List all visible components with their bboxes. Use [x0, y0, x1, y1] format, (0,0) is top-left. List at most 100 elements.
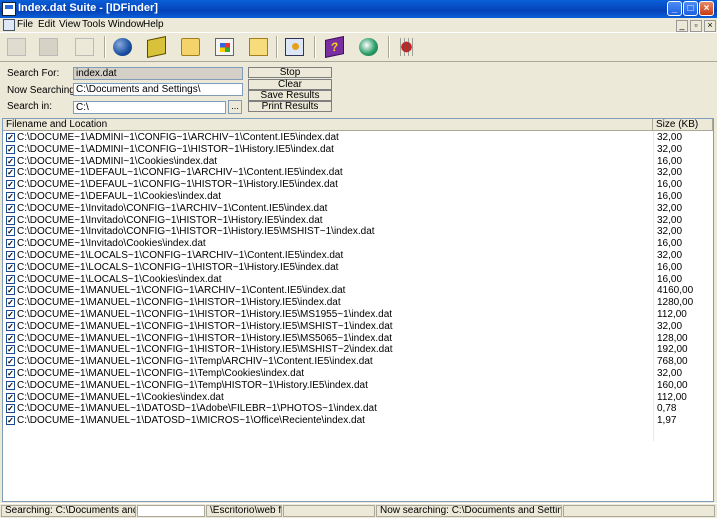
blank-icon [7, 38, 26, 56]
stop-button[interactable]: Stop [248, 67, 332, 78]
toolbar-button-10[interactable]: ? [322, 35, 347, 59]
app-icon[interactable] [2, 2, 16, 16]
toolbar-button-4[interactable] [110, 35, 135, 59]
table-row[interactable]: ✓ C:\DOCUME~1\Invitado\CONFIG~1\HISTOR~1\… [3, 226, 713, 237]
row-size: 32,00 [657, 320, 683, 332]
table-row[interactable]: ✓ C:\DOCUME~1\MANUEL~1\CONFIG~1\HISTOR~1\… [3, 321, 713, 332]
row-checkbox[interactable]: ✓ [6, 274, 15, 284]
print-results-button[interactable]: Print Results [248, 101, 332, 112]
toolbar-button-3[interactable] [72, 35, 97, 59]
folder-open-icon [181, 38, 200, 56]
now-searching-field[interactable]: C:\Documents and Settings\ [73, 83, 243, 96]
row-checkbox[interactable]: ✓ [6, 369, 15, 378]
row-checkbox[interactable]: ✓ [6, 416, 15, 426]
row-checkbox[interactable]: ✓ [6, 357, 15, 367]
row-checkbox[interactable]: ✓ [6, 345, 15, 355]
row-checkbox[interactable]: ✓ [6, 286, 15, 296]
table-row[interactable]: ✓ C:\DOCUME~1\MANUEL~1\DATOSD~1\Adobe\FIL… [3, 403, 713, 414]
table-row[interactable]: ✓ C:\DOCUME~1\LOCALS~1\Cookies\index.dat 1… [3, 274, 713, 285]
table-row[interactable]: ✓ C:\DOCUME~1\MANUEL~1\DATOSD~1\MICROS~1\… [3, 415, 713, 426]
document-icon[interactable] [3, 19, 15, 31]
browse-button[interactable]: ... [228, 100, 242, 114]
table-row[interactable]: ✓ C:\DOCUME~1\MANUEL~1\CONFIG~1\HISTOR~1\… [3, 297, 713, 308]
row-checkbox[interactable]: ✓ [6, 239, 15, 249]
table-row[interactable]: ✓ C:\DOCUME~1\DEFAUL~1\CONFIG~1\HISTOR~1\… [3, 179, 713, 190]
table-row[interactable]: ✓ C:\DOCUME~1\LOCALS~1\CONFIG~1\ARCHIV~1\… [3, 250, 713, 261]
table-row[interactable]: ✓ C:\DOCUME~1\MANUEL~1\CONFIG~1\HISTOR~1\… [3, 309, 713, 320]
toolbar-button-11[interactable] [356, 35, 381, 59]
row-filename: C:\DOCUME~1\MANUEL~1\CONFIG~1\HISTOR~1\H… [17, 332, 393, 344]
row-checkbox[interactable]: ✓ [6, 310, 15, 319]
row-filename: C:\DOCUME~1\MANUEL~1\DATOSD~1\Adobe\FILE… [17, 403, 377, 415]
child-restore-button[interactable]: ▫ [690, 20, 702, 32]
table-row[interactable]: ✓ C:\DOCUME~1\MANUEL~1\CONFIG~1\HISTOR~1\… [3, 333, 713, 344]
toolbar-button-1[interactable] [4, 35, 29, 59]
row-size: 32,00 [657, 143, 683, 155]
menu-file[interactable]: File [17, 19, 33, 30]
toolbar-button-9[interactable] [282, 35, 307, 59]
row-checkbox[interactable]: ✓ [6, 380, 15, 390]
menu-window[interactable]: Window [108, 19, 144, 30]
toolbar-button-7[interactable] [212, 35, 237, 59]
table-row[interactable]: ✓ C:\DOCUME~1\MANUEL~1\CONFIG~1\Temp\Cook… [3, 368, 713, 379]
results-list[interactable]: Filename and Location Size (KB) ✓ C:\DOCU… [2, 118, 714, 502]
row-checkbox[interactable]: ✓ [6, 203, 15, 213]
table-row[interactable]: ✓ C:\DOCUME~1\Invitado\CONFIG~1\ARCHIV~1\… [3, 203, 713, 214]
arrow-icon [75, 38, 94, 56]
column-header-filename[interactable]: Filename and Location [3, 119, 653, 131]
minimize-button[interactable]: _ [667, 1, 682, 16]
menu-bar: File Edit View Tools Window Help _ ▫ × [0, 18, 717, 32]
now-searching-label: Now Searching: [7, 85, 78, 96]
row-filename: C:\DOCUME~1\ADMINI~1\Cookies\index.dat [17, 155, 218, 167]
table-row[interactable]: ✓ C:\DOCUME~1\DEFAUL~1\Cookies\index.dat 1… [3, 191, 713, 202]
save-results-button[interactable]: Save Results [248, 90, 332, 101]
toolbar-separator [388, 36, 390, 58]
toolbar-button-5[interactable] [144, 35, 169, 59]
toolbar-button-6[interactable] [178, 35, 203, 59]
close-button[interactable]: × [699, 1, 714, 16]
row-checkbox[interactable]: ✓ [6, 321, 15, 331]
search-for-field[interactable]: index.dat [73, 67, 243, 80]
table-row[interactable]: ✓ C:\DOCUME~1\Invitado\CONFIG~1\HISTOR~1\… [3, 215, 713, 226]
row-checkbox[interactable]: ✓ [6, 133, 15, 142]
row-checkbox[interactable]: ✓ [6, 298, 15, 308]
menu-tools[interactable]: Tools [82, 19, 105, 30]
table-row[interactable]: ✓ C:\DOCUME~1\DEFAUL~1\CONFIG~1\ARCHIV~1\… [3, 167, 713, 178]
table-row[interactable]: ✓ C:\DOCUME~1\Invitado\Cookies\index.dat 1… [3, 238, 713, 249]
menu-view[interactable]: View [59, 19, 81, 30]
clear-button[interactable]: Clear [248, 79, 332, 90]
row-checkbox[interactable]: ✓ [6, 215, 15, 225]
row-checkbox[interactable]: ✓ [6, 404, 15, 414]
table-row[interactable]: ✓ C:\DOCUME~1\MANUEL~1\CONFIG~1\Temp\HIST… [3, 380, 713, 391]
row-checkbox[interactable]: ✓ [6, 168, 15, 178]
search-in-label: Search in: [7, 101, 53, 112]
row-checkbox[interactable]: ✓ [6, 333, 15, 343]
search-in-field[interactable]: C:\ [73, 101, 226, 114]
menu-help[interactable]: Help [143, 19, 164, 30]
table-row[interactable]: ✓ C:\DOCUME~1\ADMINI~1\CONFIG~1\HISTOR~1\… [3, 144, 713, 155]
row-checkbox[interactable]: ✓ [6, 227, 15, 237]
menu-edit[interactable]: Edit [38, 19, 55, 30]
column-header-size[interactable]: Size (KB) [653, 119, 713, 131]
row-checkbox[interactable]: ✓ [6, 192, 15, 201]
toolbar-separator [104, 36, 106, 58]
child-minimize-button[interactable]: _ [676, 20, 688, 32]
row-checkbox[interactable]: ✓ [6, 156, 15, 166]
toolbar-button-12[interactable] [394, 35, 419, 59]
table-row[interactable]: ✓ C:\DOCUME~1\ADMINI~1\CONFIG~1\ARCHIV~1\… [3, 132, 713, 143]
toolbar-button-8[interactable] [246, 35, 271, 59]
row-checkbox[interactable]: ✓ [6, 392, 15, 402]
table-row[interactable]: ✓ C:\DOCUME~1\MANUEL~1\CONFIG~1\ARCHIV~1\… [3, 285, 713, 296]
row-checkbox[interactable]: ✓ [6, 251, 15, 260]
table-row[interactable]: ✓ C:\DOCUME~1\MANUEL~1\CONFIG~1\Temp\ARCH… [3, 356, 713, 367]
table-row[interactable]: ✓ C:\DOCUME~1\ADMINI~1\Cookies\index.dat 1… [3, 156, 713, 167]
row-checkbox[interactable]: ✓ [6, 180, 15, 190]
child-close-button[interactable]: × [704, 20, 716, 32]
toolbar-button-2[interactable] [36, 35, 61, 59]
row-checkbox[interactable]: ✓ [6, 262, 15, 272]
table-row[interactable]: ✓ C:\DOCUME~1\LOCALS~1\CONFIG~1\HISTOR~1\… [3, 262, 713, 273]
maximize-button[interactable]: □ [683, 1, 698, 16]
table-row[interactable]: ✓ C:\DOCUME~1\MANUEL~1\CONFIG~1\HISTOR~1\… [3, 344, 713, 355]
row-checkbox[interactable]: ✓ [6, 144, 15, 154]
table-row[interactable]: ✓ C:\DOCUME~1\MANUEL~1\Cookies\index.dat 1… [3, 392, 713, 403]
